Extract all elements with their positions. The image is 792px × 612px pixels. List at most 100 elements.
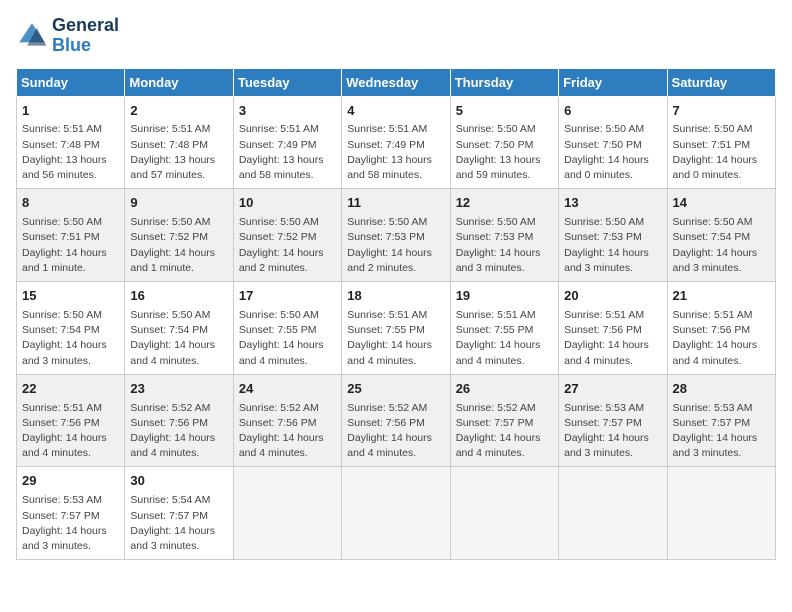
day-number: 30 [130,472,227,491]
day-info: Sunrise: 5:52 AM Sunset: 7:57 PM Dayligh… [456,401,553,462]
logo-text: General Blue [52,16,119,56]
day-info: Sunrise: 5:51 AM Sunset: 7:56 PM Dayligh… [673,308,770,369]
calendar-cell: 8 Sunrise: 5:50 AM Sunset: 7:51 PM Daylig… [17,189,125,282]
day-info: Sunrise: 5:50 AM Sunset: 7:54 PM Dayligh… [22,308,119,369]
day-number: 8 [22,194,119,213]
weekday-tuesday: Tuesday [233,68,341,96]
calendar-cell: 2Sunrise: 5:51 AM Sunset: 7:48 PM Daylig… [125,96,233,189]
calendar-cell: 29 Sunrise: 5:53 AM Sunset: 7:57 PM Dayli… [17,467,125,560]
calendar-cell: 18 Sunrise: 5:51 AM Sunset: 7:55 PM Dayli… [342,282,450,375]
calendar-cell: 20 Sunrise: 5:51 AM Sunset: 7:56 PM Dayli… [559,282,667,375]
calendar-cell: 13Sunrise: 5:50 AM Sunset: 7:53 PM Dayli… [559,189,667,282]
weekday-sunday: Sunday [17,68,125,96]
calendar-cell: 21 Sunrise: 5:51 AM Sunset: 7:56 PM Dayli… [667,282,775,375]
calendar-cell: 9 Sunrise: 5:50 AM Sunset: 7:52 PM Daylig… [125,189,233,282]
day-info: Sunrise: 5:53 AM Sunset: 7:57 PM Dayligh… [564,401,661,462]
calendar-cell: 26 Sunrise: 5:52 AM Sunset: 7:57 PM Dayli… [450,374,558,467]
calendar-cell: 16 Sunrise: 5:50 AM Sunset: 7:54 PM Dayli… [125,282,233,375]
day-info: Sunrise: 5:54 AM Sunset: 7:57 PM Dayligh… [130,493,227,554]
day-number: 5 [456,102,553,121]
calendar-cell: 27 Sunrise: 5:53 AM Sunset: 7:57 PM Dayli… [559,374,667,467]
calendar-cell [233,467,341,560]
day-number: 21 [673,287,770,306]
day-number: 20 [564,287,661,306]
day-number: 18 [347,287,444,306]
calendar-week-1: 1Sunrise: 5:51 AM Sunset: 7:48 PM Daylig… [17,96,776,189]
weekday-wednesday: Wednesday [342,68,450,96]
day-number: 25 [347,380,444,399]
day-info: Sunrise: 5:50 AM Sunset: 7:52 PM Dayligh… [130,215,227,276]
day-info: Sunrise: 5:50 AM Sunset: 7:50 PM Dayligh… [456,122,553,183]
day-number: 1 [22,102,119,121]
calendar-table: SundayMondayTuesdayWednesdayThursdayFrid… [16,68,776,561]
day-number: 26 [456,380,553,399]
calendar-cell: 1Sunrise: 5:51 AM Sunset: 7:48 PM Daylig… [17,96,125,189]
day-info: Sunrise: 5:51 AM Sunset: 7:55 PM Dayligh… [456,308,553,369]
calendar-week-5: 29 Sunrise: 5:53 AM Sunset: 7:57 PM Dayli… [17,467,776,560]
calendar-cell: 28Sunrise: 5:53 AM Sunset: 7:57 PM Dayli… [667,374,775,467]
day-number: 15 [22,287,119,306]
calendar-cell: 6Sunrise: 5:50 AM Sunset: 7:50 PM Daylig… [559,96,667,189]
day-info: Sunrise: 5:53 AM Sunset: 7:57 PM Dayligh… [22,493,119,554]
day-info: Sunrise: 5:51 AM Sunset: 7:48 PM Dayligh… [130,122,227,183]
calendar-cell: 4Sunrise: 5:51 AM Sunset: 7:49 PM Daylig… [342,96,450,189]
day-number: 27 [564,380,661,399]
weekday-monday: Monday [125,68,233,96]
calendar-cell [667,467,775,560]
day-number: 14 [673,194,770,213]
day-info: Sunrise: 5:51 AM Sunset: 7:55 PM Dayligh… [347,308,444,369]
day-number: 29 [22,472,119,491]
day-number: 13 [564,194,661,213]
calendar-cell: 15 Sunrise: 5:50 AM Sunset: 7:54 PM Dayli… [17,282,125,375]
weekday-thursday: Thursday [450,68,558,96]
day-info: Sunrise: 5:51 AM Sunset: 7:56 PM Dayligh… [22,401,119,462]
day-number: 4 [347,102,444,121]
calendar-cell: 22 Sunrise: 5:51 AM Sunset: 7:56 PM Dayli… [17,374,125,467]
calendar-week-3: 15 Sunrise: 5:50 AM Sunset: 7:54 PM Dayli… [17,282,776,375]
calendar-cell: 3Sunrise: 5:51 AM Sunset: 7:49 PM Daylig… [233,96,341,189]
day-info: Sunrise: 5:51 AM Sunset: 7:49 PM Dayligh… [347,122,444,183]
day-number: 7 [673,102,770,121]
weekday-friday: Friday [559,68,667,96]
calendar-cell: 11 Sunrise: 5:50 AM Sunset: 7:53 PM Dayli… [342,189,450,282]
day-number: 10 [239,194,336,213]
calendar-cell: 14 Sunrise: 5:50 AM Sunset: 7:54 PM Dayli… [667,189,775,282]
day-info: Sunrise: 5:51 AM Sunset: 7:48 PM Dayligh… [22,122,119,183]
day-number: 28 [673,380,770,399]
day-info: Sunrise: 5:50 AM Sunset: 7:51 PM Dayligh… [673,122,770,183]
day-number: 11 [347,194,444,213]
day-number: 24 [239,380,336,399]
calendar-week-4: 22 Sunrise: 5:51 AM Sunset: 7:56 PM Dayli… [17,374,776,467]
day-number: 22 [22,380,119,399]
calendar-cell: 25 Sunrise: 5:52 AM Sunset: 7:56 PM Dayli… [342,374,450,467]
day-number: 2 [130,102,227,121]
day-number: 19 [456,287,553,306]
calendar-cell: 30 Sunrise: 5:54 AM Sunset: 7:57 PM Dayli… [125,467,233,560]
day-info: Sunrise: 5:50 AM Sunset: 7:54 PM Dayligh… [673,215,770,276]
day-number: 12 [456,194,553,213]
calendar-cell: 12 Sunrise: 5:50 AM Sunset: 7:53 PM Dayli… [450,189,558,282]
logo-icon [16,20,48,52]
day-number: 6 [564,102,661,121]
day-info: Sunrise: 5:50 AM Sunset: 7:53 PM Dayligh… [456,215,553,276]
day-number: 17 [239,287,336,306]
weekday-header-row: SundayMondayTuesdayWednesdayThursdayFrid… [17,68,776,96]
calendar-cell: 24Sunrise: 5:52 AM Sunset: 7:56 PM Dayli… [233,374,341,467]
weekday-saturday: Saturday [667,68,775,96]
day-info: Sunrise: 5:52 AM Sunset: 7:56 PM Dayligh… [347,401,444,462]
calendar-cell: 10Sunrise: 5:50 AM Sunset: 7:52 PM Dayli… [233,189,341,282]
calendar-cell: 17Sunrise: 5:50 AM Sunset: 7:55 PM Dayli… [233,282,341,375]
day-info: Sunrise: 5:52 AM Sunset: 7:56 PM Dayligh… [130,401,227,462]
day-info: Sunrise: 5:51 AM Sunset: 7:56 PM Dayligh… [564,308,661,369]
day-number: 9 [130,194,227,213]
day-number: 16 [130,287,227,306]
calendar-cell: 23Sunrise: 5:52 AM Sunset: 7:56 PM Dayli… [125,374,233,467]
day-info: Sunrise: 5:50 AM Sunset: 7:54 PM Dayligh… [130,308,227,369]
day-info: Sunrise: 5:50 AM Sunset: 7:53 PM Dayligh… [347,215,444,276]
day-info: Sunrise: 5:51 AM Sunset: 7:49 PM Dayligh… [239,122,336,183]
day-info: Sunrise: 5:50 AM Sunset: 7:50 PM Dayligh… [564,122,661,183]
calendar-cell [559,467,667,560]
calendar-week-2: 8 Sunrise: 5:50 AM Sunset: 7:51 PM Daylig… [17,189,776,282]
logo: General Blue [16,16,119,56]
day-info: Sunrise: 5:50 AM Sunset: 7:51 PM Dayligh… [22,215,119,276]
